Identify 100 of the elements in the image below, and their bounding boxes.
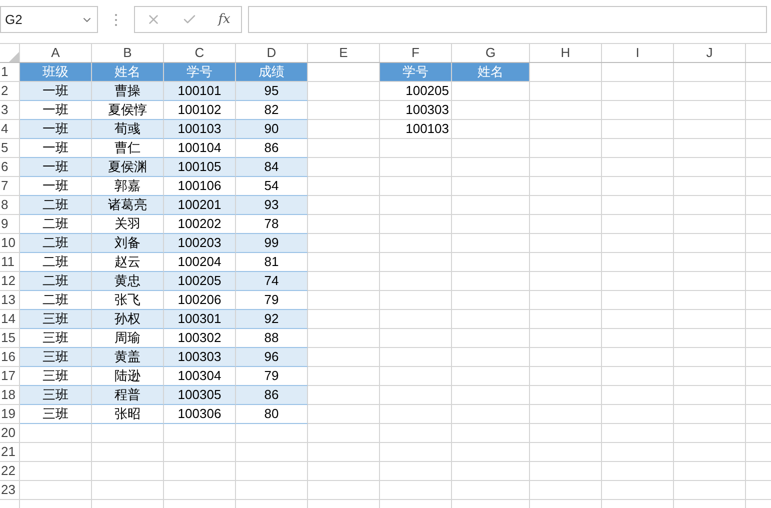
empty-cell[interactable] (164, 424, 236, 443)
empty-cell[interactable] (530, 310, 602, 329)
empty-cell[interactable] (380, 348, 452, 367)
empty-cell[interactable] (602, 348, 674, 367)
empty-cell[interactable] (452, 139, 530, 158)
empty-cell[interactable] (674, 367, 746, 386)
empty-cell[interactable] (602, 481, 674, 500)
row-header[interactable]: 3 (1, 102, 8, 117)
empty-cell[interactable] (452, 253, 530, 272)
empty-cell[interactable] (530, 82, 602, 101)
empty-cell[interactable] (530, 158, 602, 177)
empty-cell[interactable] (602, 234, 674, 253)
empty-cell[interactable] (674, 329, 746, 348)
empty-cell[interactable] (236, 443, 308, 462)
row-header[interactable]: 15 (1, 330, 16, 345)
row-header[interactable]: 6 (1, 159, 8, 174)
empty-cell[interactable] (380, 424, 452, 443)
row-header[interactable]: 22 (1, 463, 16, 478)
row-header[interactable]: 13 (1, 292, 16, 307)
row-header[interactable]: 20 (1, 425, 16, 440)
empty-cell[interactable] (380, 234, 452, 253)
empty-cell[interactable] (92, 462, 164, 481)
row-header[interactable]: 5 (1, 140, 8, 155)
formula-input-field[interactable] (248, 6, 767, 33)
row-header[interactable]: 23 (1, 482, 16, 497)
empty-cell[interactable] (674, 386, 746, 405)
empty-cell[interactable] (674, 177, 746, 196)
empty-cell[interactable] (602, 443, 674, 462)
empty-cell[interactable] (674, 310, 746, 329)
empty-cell[interactable] (380, 215, 452, 234)
empty-cell[interactable] (452, 291, 530, 310)
row-header[interactable]: 21 (1, 444, 16, 459)
column-header[interactable]: G (485, 45, 496, 60)
empty-cell[interactable] (530, 101, 602, 120)
empty-cell[interactable] (452, 234, 530, 253)
row-header[interactable]: 16 (1, 349, 16, 364)
empty-cell[interactable] (308, 481, 380, 500)
empty-cell[interactable] (674, 253, 746, 272)
row-header[interactable]: 12 (1, 273, 16, 288)
empty-cell[interactable] (236, 462, 308, 481)
empty-cell[interactable] (380, 462, 452, 481)
empty-cell[interactable] (380, 291, 452, 310)
empty-cell[interactable] (602, 196, 674, 215)
empty-cell[interactable] (236, 481, 308, 500)
empty-cell[interactable] (92, 481, 164, 500)
column-header[interactable]: B (123, 45, 132, 60)
empty-cell[interactable] (674, 158, 746, 177)
empty-cell[interactable] (452, 82, 530, 101)
empty-cell[interactable] (452, 120, 530, 139)
column-header[interactable]: D (266, 45, 276, 60)
empty-cell[interactable] (452, 158, 530, 177)
empty-cell[interactable] (530, 367, 602, 386)
empty-cell[interactable] (530, 177, 602, 196)
empty-cell[interactable] (674, 348, 746, 367)
empty-cell[interactable] (452, 386, 530, 405)
empty-cell[interactable] (602, 63, 674, 82)
row-header[interactable]: 4 (1, 121, 8, 136)
column-header[interactable]: A (51, 45, 60, 60)
empty-cell[interactable] (674, 215, 746, 234)
empty-cell[interactable] (452, 272, 530, 291)
empty-cell[interactable] (674, 82, 746, 101)
row-header[interactable]: 2 (1, 83, 8, 98)
empty-cell[interactable] (602, 101, 674, 120)
empty-cell[interactable] (380, 329, 452, 348)
empty-cell[interactable] (380, 443, 452, 462)
empty-cell[interactable] (380, 177, 452, 196)
empty-cell[interactable] (452, 215, 530, 234)
empty-cell[interactable] (380, 310, 452, 329)
column-header[interactable]: I (636, 45, 640, 60)
empty-cell[interactable] (602, 272, 674, 291)
empty-cell[interactable] (452, 367, 530, 386)
empty-cell[interactable] (674, 196, 746, 215)
empty-cell[interactable] (236, 424, 308, 443)
empty-cell[interactable] (602, 367, 674, 386)
empty-cell[interactable] (602, 82, 674, 101)
empty-cell[interactable] (380, 481, 452, 500)
empty-cell[interactable] (674, 234, 746, 253)
row-header[interactable]: 14 (1, 311, 16, 326)
empty-cell[interactable] (380, 405, 452, 424)
empty-cell[interactable] (530, 405, 602, 424)
empty-cell[interactable] (602, 329, 674, 348)
empty-cell[interactable] (452, 481, 530, 500)
empty-cell[interactable] (674, 101, 746, 120)
empty-cell[interactable] (380, 158, 452, 177)
row-header[interactable]: 8 (1, 197, 8, 212)
empty-cell[interactable] (380, 196, 452, 215)
empty-cell[interactable] (674, 291, 746, 310)
empty-cell[interactable] (92, 443, 164, 462)
empty-cell[interactable] (602, 386, 674, 405)
empty-cell[interactable] (20, 424, 92, 443)
row-header[interactable]: 18 (1, 387, 16, 402)
empty-cell[interactable] (530, 139, 602, 158)
name-box[interactable]: G2 (0, 6, 98, 33)
row-header[interactable]: 19 (1, 406, 16, 421)
empty-cell[interactable] (602, 139, 674, 158)
empty-cell[interactable] (674, 63, 746, 82)
empty-cell[interactable] (530, 272, 602, 291)
row-header[interactable]: 1 (1, 64, 8, 79)
empty-cell[interactable] (530, 386, 602, 405)
empty-cell[interactable] (674, 443, 746, 462)
